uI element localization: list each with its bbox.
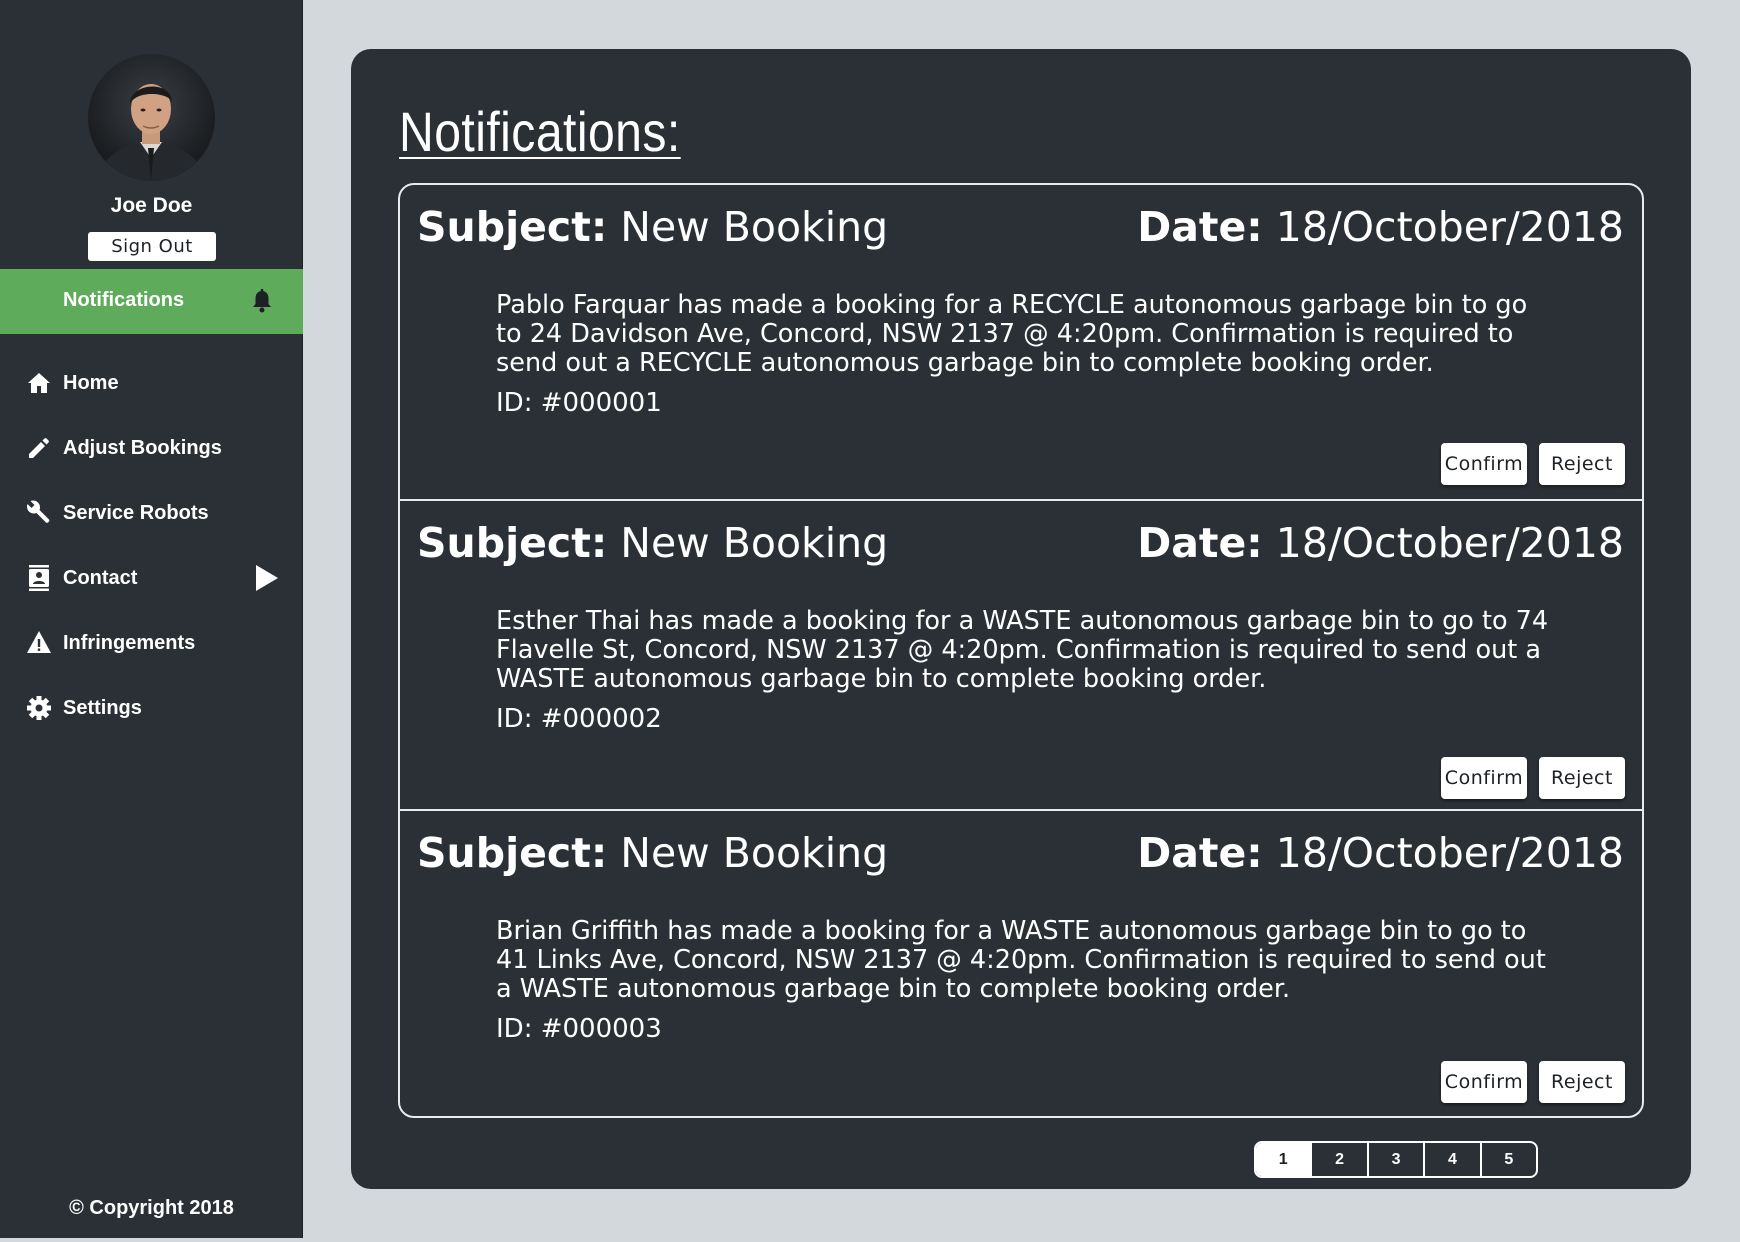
warning-icon [26,630,52,656]
confirm-button[interactable]: Confirm [1441,757,1527,799]
page-button-1[interactable]: 1 [1256,1143,1311,1176]
home-icon [26,370,52,396]
sidebar-item-label: Adjust Bookings [63,437,222,459]
avatar-portrait-icon [98,84,205,181]
notification-message: Esther Thai has made a booking for a WAS… [496,606,1549,694]
page-button-2[interactable]: 2 [1310,1143,1366,1176]
notification-date: Date: 18/October/2018 [1137,829,1624,877]
contact-book-icon [26,565,52,591]
sidebar-item-home[interactable]: Home [0,358,303,408]
gear-icon [26,695,52,721]
pagination: 1 2 3 4 5 [1254,1141,1538,1178]
notification-list: Subject: New Booking Date: 18/October/20… [398,183,1644,1118]
sidebar-item-service-robots[interactable]: Service Robots [0,488,303,538]
sidebar-item-label: Infringements [63,632,196,654]
sidebar-item-infringements[interactable]: Infringements [0,618,303,668]
reject-button[interactable]: Reject [1539,443,1625,485]
notification-date: Date: 18/October/2018 [1137,519,1624,567]
sidebar: Joe Doe Sign Out Notifications Home Adju… [0,0,303,1238]
sidebar-item-notifications[interactable]: Notifications [0,269,303,334]
sidebar-item-label: Settings [63,697,142,719]
pencil-icon [26,435,52,461]
bell-icon [251,289,273,318]
notification-id: ID: #000002 [496,704,662,734]
notification-message: Pablo Farquar has made a booking for a R… [496,290,1528,378]
sidebar-item-adjust-bookings[interactable]: Adjust Bookings [0,423,303,473]
page-button-3[interactable]: 3 [1366,1143,1423,1176]
notification-subject: Subject: New Booking [417,203,889,251]
avatar[interactable] [88,54,215,181]
chevron-right-icon[interactable] [256,565,278,596]
notification-card: Subject: New Booking Date: 18/October/20… [400,809,1642,1116]
reject-button[interactable]: Reject [1539,757,1625,799]
confirm-button[interactable]: Confirm [1441,443,1527,485]
wrench-icon [26,500,52,526]
notification-card: Subject: New Booking Date: 18/October/20… [400,499,1642,811]
sidebar-item-settings[interactable]: Settings [0,683,303,733]
username: Joe Doe [110,194,193,217]
sidebar-item-label: Service Robots [63,502,209,524]
notification-message: Brian Griffith has made a booking for a … [496,916,1546,1004]
sign-out-button[interactable]: Sign Out [88,232,216,261]
notification-date: Date: 18/October/2018 [1137,203,1624,251]
notification-id: ID: #000001 [496,388,662,418]
page-button-5[interactable]: 5 [1479,1143,1536,1176]
page-title: Notifications: [399,100,681,163]
notification-subject: Subject: New Booking [417,519,889,567]
page-button-4[interactable]: 4 [1423,1143,1479,1176]
reject-button[interactable]: Reject [1539,1061,1625,1103]
sidebar-item-label: Notifications [63,289,185,311]
notification-card: Subject: New Booking Date: 18/October/20… [400,185,1642,500]
sidebar-item-label: Home [63,372,119,394]
copyright: © Copyright 2018 [69,1197,234,1219]
main-panel: Notifications: Subject: New Booking Date… [351,49,1691,1189]
notification-id: ID: #000003 [496,1014,662,1044]
confirm-button[interactable]: Confirm [1441,1061,1527,1103]
sidebar-item-contact[interactable]: Contact [0,553,303,603]
notification-subject: Subject: New Booking [417,829,889,877]
sidebar-item-label: Contact [63,567,138,589]
